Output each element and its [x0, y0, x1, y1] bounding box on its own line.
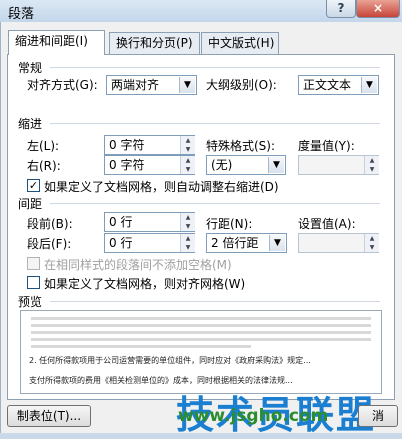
spacing-before-value: 0 行 [109, 215, 133, 229]
snap-to-grid-label[interactable]: 如果定义了文档网格，则对齐网格(W) [44, 275, 245, 292]
spin-up-icon[interactable]: ▲ [180, 234, 195, 243]
special-indent-select[interactable]: (无) ▼ [206, 155, 286, 175]
chevron-down-icon: ▼ [179, 77, 195, 93]
alignment-select[interactable]: 两端对齐 ▼ [106, 75, 197, 95]
spacing-divider [50, 203, 380, 204]
preview-sample-line-1: 2. 任何所得款项用于公司运营需要的单位组件，同时应对《政府采购法》规定... [29, 356, 311, 365]
preview-prev-line [31, 338, 371, 341]
spin-up-icon[interactable]: ▲ [180, 136, 195, 145]
indent-left-label: 左(L): [27, 139, 60, 153]
help-button[interactable]: ? [326, 0, 356, 18]
special-indent-value: (无) [211, 158, 233, 172]
spin-up-icon[interactable]: ▲ [364, 156, 379, 165]
indent-heading: 缩进 [18, 117, 43, 131]
spin-up-icon[interactable]: ▲ [364, 234, 379, 243]
indent-divider [50, 123, 380, 124]
preview-prev-line [31, 317, 371, 320]
spin-down-icon[interactable]: ▼ [180, 165, 195, 174]
auto-adjust-indent-checkbox[interactable]: ✓ [27, 179, 40, 192]
tab-asian-typography[interactable]: 中文版式(H) [201, 32, 279, 54]
spin-down-icon[interactable]: ▼ [364, 165, 379, 174]
spin-down-icon[interactable]: ▼ [180, 243, 195, 252]
spin-up-icon[interactable]: ▲ [180, 213, 195, 222]
spin-up-icon[interactable]: ▲ [180, 156, 195, 165]
indent-right-label: 右(R): [27, 159, 61, 173]
no-space-same-style-label[interactable]: 在相同样式的段落间不添加空格(M) [44, 256, 232, 273]
chevron-down-icon: ▼ [268, 157, 284, 173]
line-spacing-at-label: 设置值(A): [298, 217, 356, 231]
indent-left-spinner[interactable]: 0 字符 ▲ ▼ [104, 135, 195, 155]
spacing-heading: 间距 [18, 197, 43, 211]
title-bar: 段落 ? × [0, 0, 402, 22]
indent-right-spinner[interactable]: 0 字符 ▲ ▼ [104, 155, 195, 175]
spin-down-icon[interactable]: ▼ [180, 222, 195, 231]
outline-level-select[interactable]: 正文文本 ▼ [298, 75, 379, 95]
line-spacing-at-spinner[interactable]: ▲ ▼ [298, 233, 379, 253]
preview-box: 2. 任何所得款项用于公司运营需要的单位组件，同时应对《政府采购法》规定... … [20, 310, 382, 394]
tab-panel: 常规 对齐方式(G): 两端对齐 ▼ 大纲级别(O): 正文文本 ▼ 缩进 左(… [7, 54, 395, 400]
checkmark-icon: ✓ [28, 179, 39, 192]
indent-by-label: 度量值(Y): [298, 139, 355, 153]
spacing-after-label: 段后(F): [27, 237, 72, 251]
spin-down-icon[interactable]: ▼ [364, 243, 379, 252]
spacing-after-spinner[interactable]: 0 行 ▲ ▼ [104, 233, 195, 253]
tabs-button[interactable]: 制表位(T)... [7, 405, 91, 427]
preview-prev-line [31, 324, 371, 327]
preview-prev-line [31, 345, 251, 348]
special-indent-label: 特殊格式(S): [206, 139, 276, 153]
outline-level-label: 大纲级别(O): [206, 78, 277, 92]
chevron-down-icon: ▼ [361, 77, 377, 93]
line-spacing-label: 行距(N): [206, 217, 253, 231]
close-button[interactable]: × [356, 0, 400, 18]
indent-by-spinner[interactable]: ▲ ▼ [298, 155, 379, 175]
preview-divider [50, 301, 380, 302]
spacing-before-label: 段前(B): [27, 217, 73, 231]
cancel-button[interactable]: 消 [358, 405, 398, 427]
chevron-down-icon: ▼ [269, 235, 285, 251]
auto-adjust-indent-label[interactable]: 如果定义了文档网格，则自动调整右缩进(D) [44, 178, 279, 195]
tab-indents-spacing[interactable]: 缩进和间距(I) [8, 30, 105, 55]
line-spacing-value: 2 倍行距 [211, 236, 259, 250]
alignment-label: 对齐方式(G): [27, 78, 98, 92]
outline-level-value: 正文文本 [303, 78, 352, 92]
general-divider [50, 67, 380, 68]
alignment-value: 两端对齐 [111, 78, 160, 92]
tab-line-page-breaks[interactable]: 换行和分页(P) [109, 32, 200, 54]
indent-left-value: 0 字符 [109, 138, 145, 152]
preview-heading: 预览 [18, 295, 43, 309]
general-heading: 常规 [18, 61, 43, 75]
snap-to-grid-checkbox[interactable] [27, 276, 40, 289]
indent-right-value: 0 字符 [109, 158, 145, 172]
window-title: 段落 [8, 7, 35, 22]
spacing-after-value: 0 行 [109, 236, 133, 250]
no-space-same-style-checkbox[interactable] [27, 257, 40, 270]
spacing-before-spinner[interactable]: 0 行 ▲ ▼ [104, 212, 195, 232]
preview-prev-line [31, 331, 371, 334]
spin-down-icon[interactable]: ▼ [180, 145, 195, 154]
watermark-url: www.jsgho.com [178, 406, 329, 426]
line-spacing-select[interactable]: 2 倍行距 ▼ [206, 233, 287, 253]
